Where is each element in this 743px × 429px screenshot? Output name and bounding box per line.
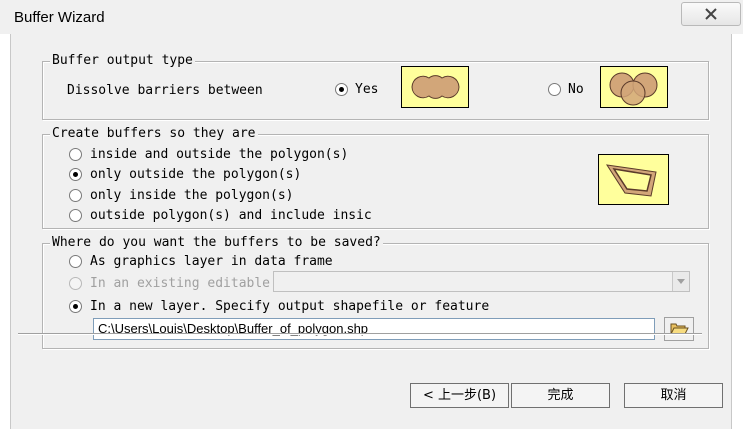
close-button[interactable] — [681, 2, 741, 26]
polygon-outline-icon — [605, 164, 657, 197]
cancel-button[interactable]: 取消 — [624, 383, 723, 408]
dropdown-arrow-icon — [672, 272, 689, 291]
inside-only-radio[interactable] — [69, 189, 82, 202]
output-type-legend: Buffer output type — [50, 53, 195, 68]
outside-only-label[interactable]: only outside the polygon(s) — [90, 167, 301, 182]
dissolve-yes-radio[interactable] — [335, 83, 348, 96]
browse-button[interactable] — [664, 317, 694, 341]
title-bar: Buffer Wizard — [0, 0, 743, 34]
graphics-layer-label[interactable]: As graphics layer in data frame — [90, 254, 333, 269]
button-separator — [18, 333, 702, 335]
back-button[interactable]: < 上一步(B) — [410, 383, 509, 408]
dissolved-buffer-preview — [401, 66, 469, 108]
dissolved-circles-icon — [411, 75, 460, 99]
dissolve-no-radio[interactable] — [548, 83, 561, 96]
save-location-legend: Where do you want the buffers to be save… — [50, 235, 383, 250]
create-buffers-legend: Create buffers so they are — [50, 126, 258, 141]
output-path-field[interactable]: C:\Users\Louis\Desktop\Buffer_of_polygon… — [93, 318, 655, 340]
new-layer-radio[interactable] — [69, 300, 82, 313]
window-title: Buffer Wizard — [14, 9, 105, 26]
graphics-layer-radio[interactable] — [69, 255, 82, 268]
existing-layer-select — [273, 271, 690, 292]
existing-layer-label: In an existing editable — [90, 276, 271, 291]
overlapping-circles-icon — [609, 72, 658, 106]
existing-layer-radio — [69, 277, 82, 290]
finish-button[interactable]: 完成 — [511, 383, 610, 408]
inside-outside-label[interactable]: inside and outside the polygon(s) — [90, 147, 348, 162]
dissolve-label: Dissolve barriers between — [67, 83, 263, 98]
dissolve-yes-label[interactable]: Yes — [355, 82, 378, 97]
inside-outside-radio[interactable] — [69, 148, 82, 161]
polygon-buffer-preview — [598, 154, 669, 205]
inside-only-label[interactable]: only inside the polygon(s) — [90, 188, 294, 203]
close-icon — [705, 8, 717, 20]
outside-include-inside-label[interactable]: outside polygon(s) and include insic — [90, 208, 372, 223]
outside-include-inside-radio[interactable] — [69, 209, 82, 222]
dissolve-no-label[interactable]: No — [568, 82, 584, 97]
folder-open-icon — [670, 323, 689, 335]
new-layer-label[interactable]: In a new layer. Specify output shapefile… — [90, 299, 489, 314]
outside-only-radio[interactable] — [69, 168, 82, 181]
undissolved-buffer-preview — [600, 66, 668, 108]
